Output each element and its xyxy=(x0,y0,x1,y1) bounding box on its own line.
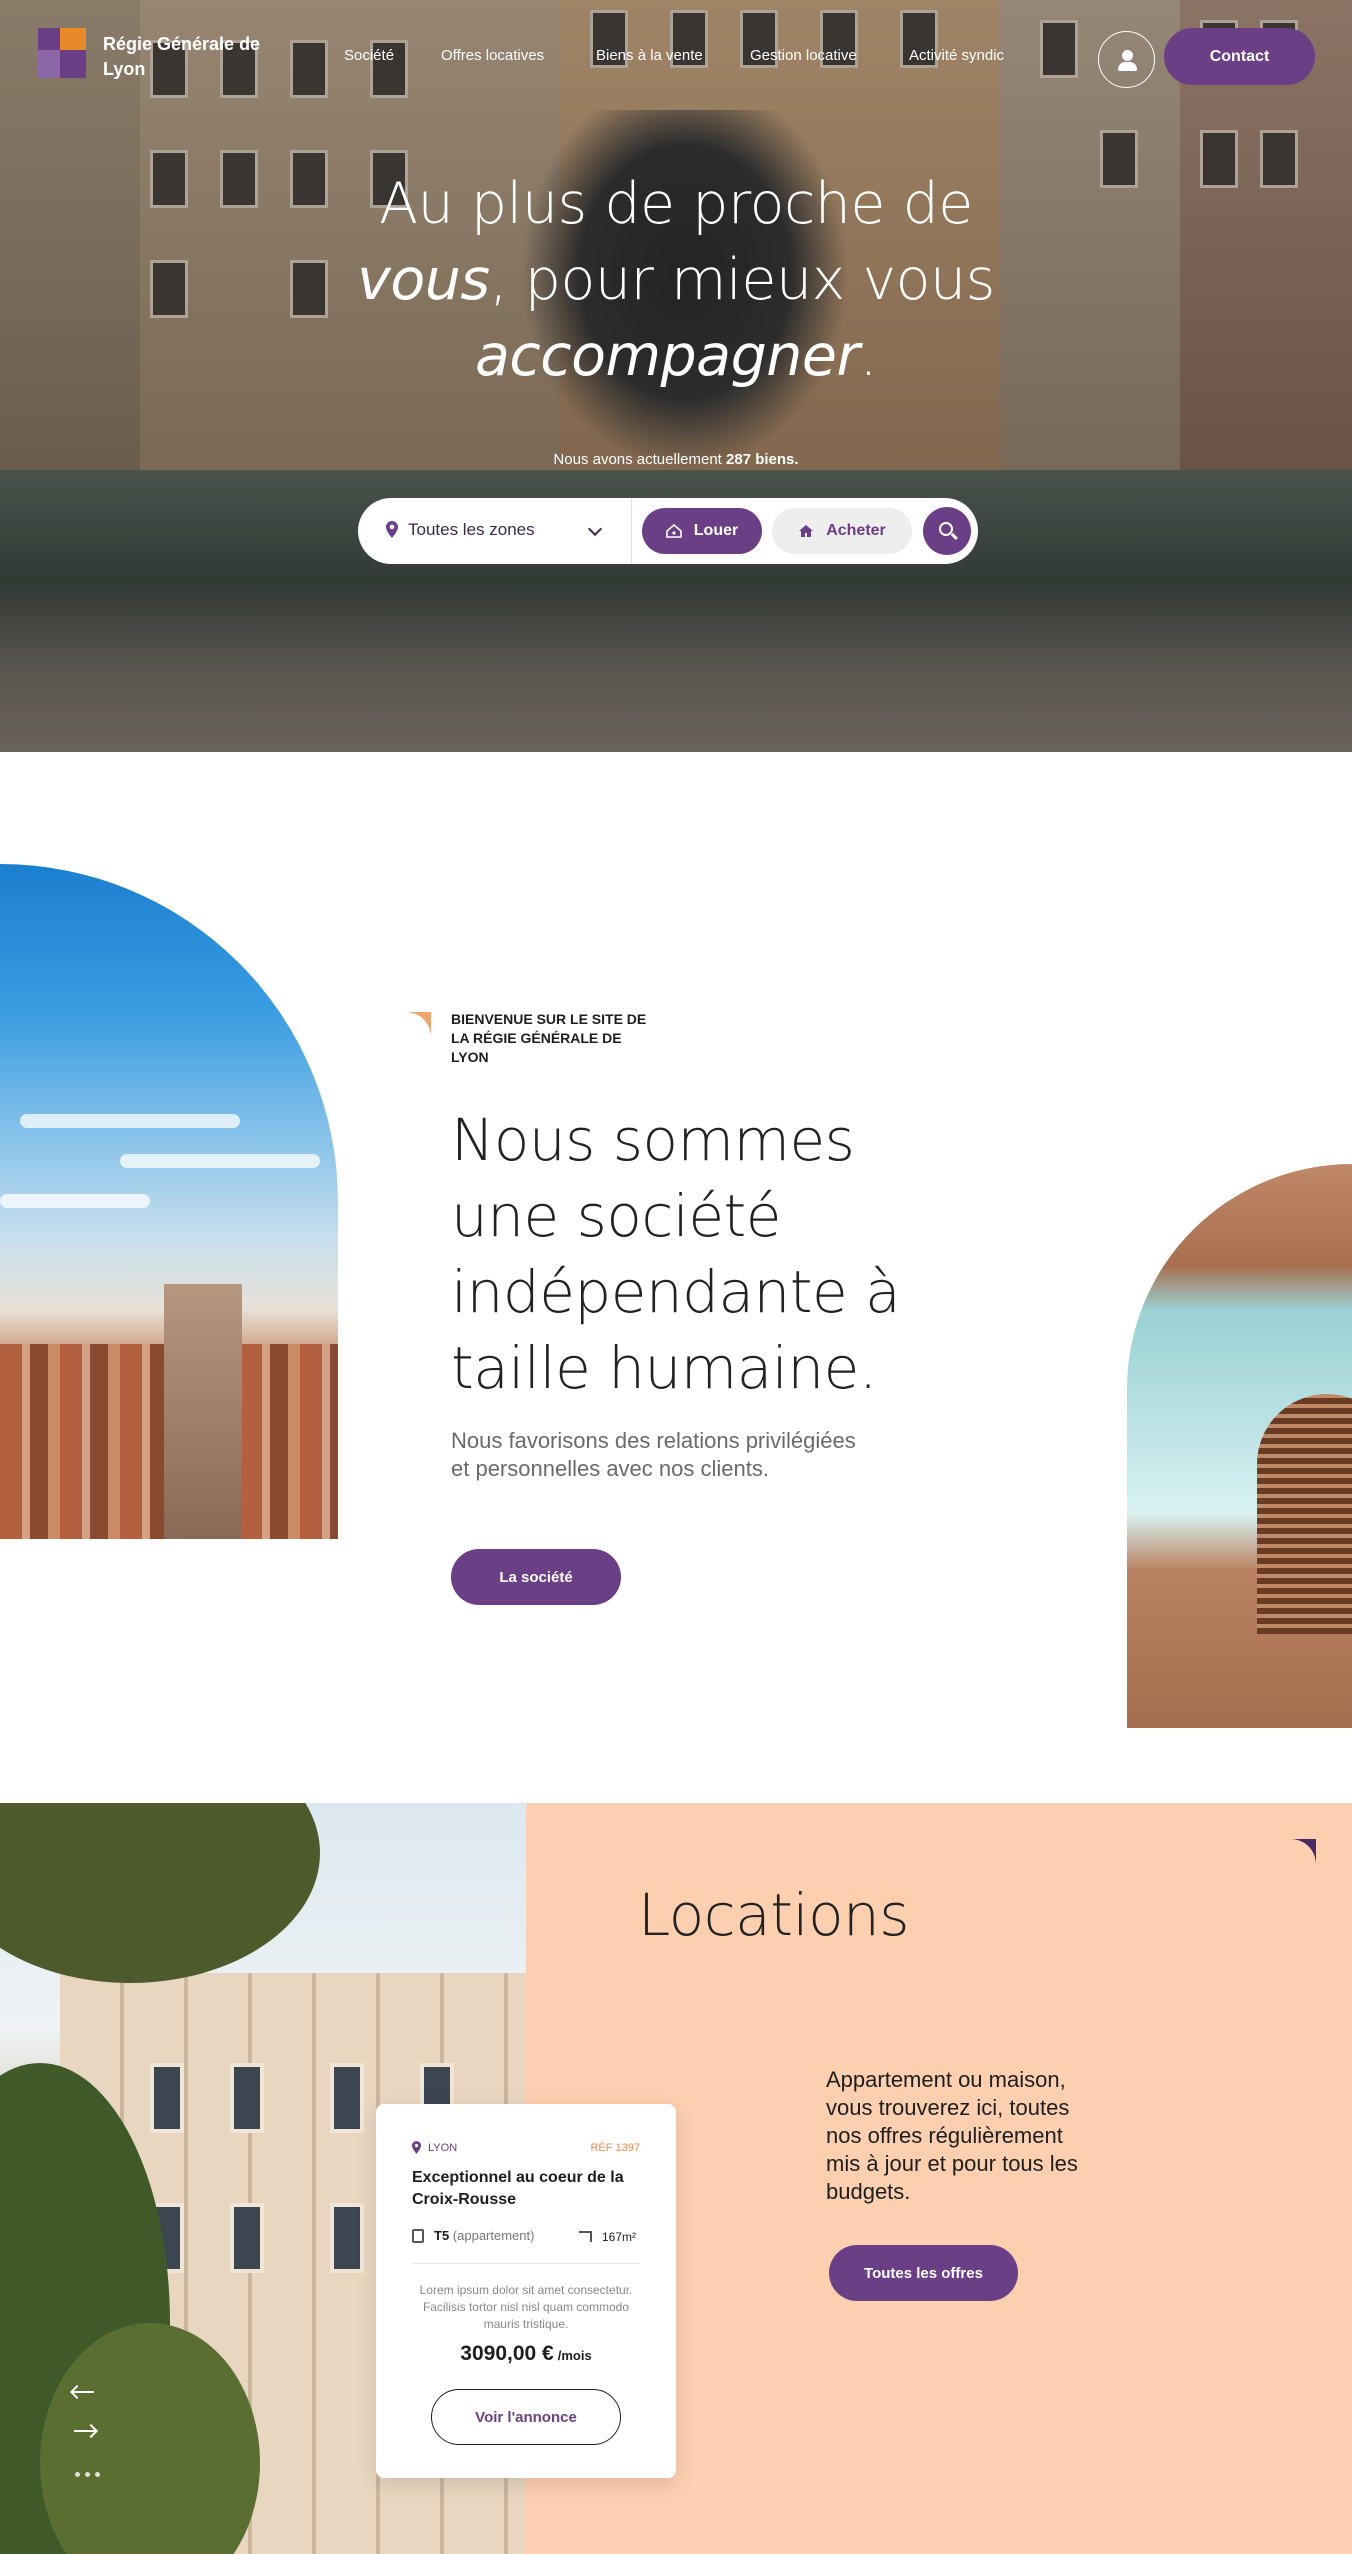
contact-button[interactable]: Contact xyxy=(1164,28,1315,85)
zone-select[interactable]: Toutes les zones xyxy=(408,520,535,540)
societe-button[interactable]: La société xyxy=(451,1549,621,1605)
listing-card[interactable]: Lyon Réf 1397 Exceptionnel au coeur de l… xyxy=(376,2104,676,2478)
chevron-down-icon[interactable] xyxy=(587,521,603,537)
rent-toggle-button[interactable]: Louer xyxy=(642,508,762,554)
nav-item-societe[interactable]: Société xyxy=(344,47,394,64)
house-icon xyxy=(799,525,814,537)
hero-title: Au plus de proche de vous, pour mieux vou… xyxy=(357,171,995,389)
buy-toggle-button[interactable]: Acheter xyxy=(772,508,912,554)
hero-subtitle: Nous avons actuellement 287 biens. xyxy=(553,451,799,468)
building-icon xyxy=(412,2229,424,2243)
house-key-icon xyxy=(665,524,682,538)
intro-title: Nous sommes une société indépendante à t… xyxy=(451,1106,901,1402)
nav-item-biens-a-la-vente[interactable]: Biens à la vente xyxy=(596,47,703,64)
lyon-skyline-image xyxy=(0,864,338,1539)
arrow-right-icon[interactable] xyxy=(74,2430,96,2432)
carousel-dots[interactable] xyxy=(75,2472,100,2477)
account-button[interactable] xyxy=(1098,31,1155,88)
property-search-bar: Toutes les zones Louer Acheter xyxy=(358,498,978,564)
search-button[interactable] xyxy=(923,507,971,555)
arrow-left-icon[interactable] xyxy=(72,2391,94,2393)
modern-tower-image xyxy=(1127,1164,1352,1728)
brand-name[interactable]: Régie Générale de Lyon xyxy=(103,32,263,82)
surface-area-icon xyxy=(579,2231,592,2242)
view-listing-button[interactable]: Voir l'annonce xyxy=(431,2389,621,2445)
locations-text: Appartement ou maison, vous trouverez ic… xyxy=(826,2067,1078,2204)
location-pin-icon xyxy=(412,2141,421,2154)
location-pin-icon xyxy=(386,521,398,538)
nav-item-activite-syndic[interactable]: Activité syndic xyxy=(909,47,1004,64)
hero-section: Régie Générale de Lyon Société Offres lo… xyxy=(0,0,1352,752)
locations-title: Locations xyxy=(638,1881,910,1949)
listing-price: 3090,00 €/mois xyxy=(460,2342,592,2365)
listing-city: Lyon xyxy=(428,2142,458,2154)
listing-type: T5 (appartement) xyxy=(434,2228,535,2243)
nav-item-gestion-locative[interactable]: Gestion locative xyxy=(750,47,857,64)
nav-item-offres-locatives[interactable]: Offres locatives xyxy=(441,47,544,64)
listing-title[interactable]: Exceptionnel au coeur de la Croix-Rousse xyxy=(412,2167,642,2211)
intro-text: Nous favorisons des relations privilégié… xyxy=(451,1428,856,1481)
logo[interactable] xyxy=(38,28,86,78)
divider xyxy=(412,2263,640,2264)
all-offers-button[interactable]: Toutes les offres xyxy=(829,2245,1018,2301)
corner-accent-icon xyxy=(405,1012,431,1038)
welcome-kicker: Bienvenue sur le site de la Régie Généra… xyxy=(451,1011,647,1065)
listing-description: Lorem ipsum dolor sit amet consectetur. … xyxy=(419,2283,633,2331)
listing-reference: Réf 1397 xyxy=(590,2142,640,2154)
corner-accent-icon xyxy=(1290,1839,1316,1865)
listing-area: 167m² xyxy=(602,2230,637,2244)
